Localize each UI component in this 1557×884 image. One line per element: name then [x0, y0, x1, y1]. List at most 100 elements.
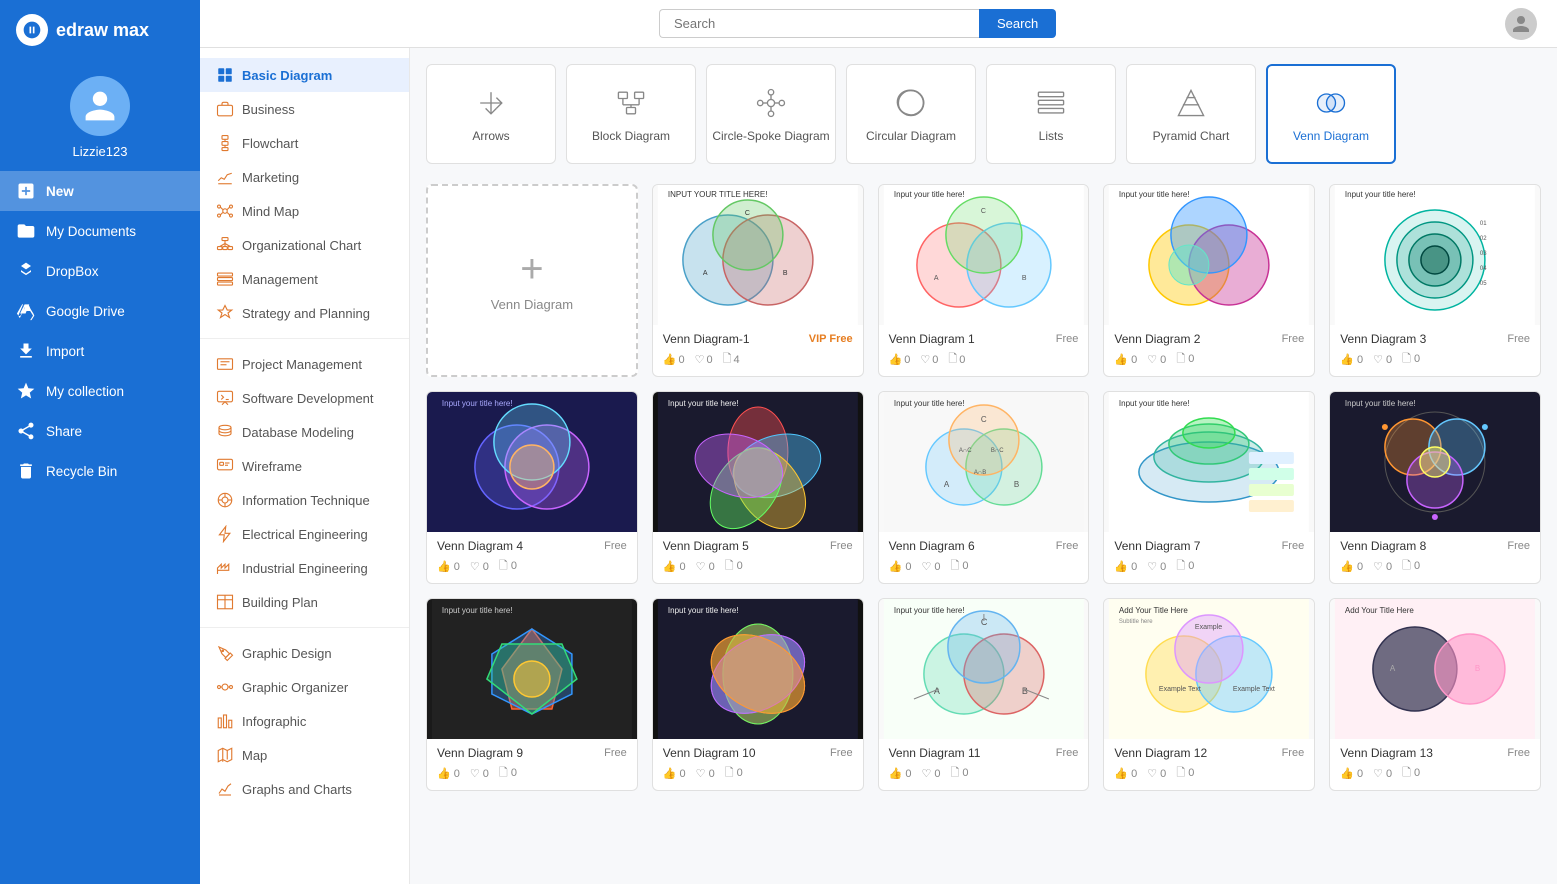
cat-arrows[interactable]: Arrows: [426, 64, 556, 164]
template-card-vd5[interactable]: Input your title here! Venn Diagram 5: [652, 391, 864, 584]
template-card-vd11[interactable]: Input your title here! A B C: [878, 598, 1090, 791]
sec-item-industrial[interactable]: Industrial Engineering: [200, 551, 409, 585]
logo-icon: [16, 14, 48, 46]
sec-item-marketing-label: Marketing: [242, 170, 299, 185]
thumb-vd12: Add Your Title Here Subtitle here Exampl…: [1104, 599, 1314, 739]
template-card-vd7[interactable]: Input your title here!: [1103, 391, 1315, 584]
card-badge-vd4: Free: [604, 540, 627, 552]
template-card-vd9[interactable]: Input your title here! Venn Diagram 9 Fr…: [426, 598, 638, 791]
user-icon-top[interactable]: [1505, 8, 1537, 40]
sec-item-graphic-design-label: Graphic Design: [242, 646, 332, 661]
svg-text:Subtitle here: Subtitle here: [1119, 619, 1153, 625]
template-card-vd1b[interactable]: Input your title here! A B C Venn Diagra…: [878, 184, 1090, 377]
template-card-vd2[interactable]: Input your title here! Venn Diagram 2 Fr…: [1103, 184, 1315, 377]
sec-item-marketing[interactable]: Marketing: [200, 160, 409, 194]
svg-text:B: B: [1013, 480, 1018, 489]
sec-item-wireframe[interactable]: Wireframe: [200, 449, 409, 483]
sec-item-software-dev[interactable]: Software Development: [200, 381, 409, 415]
sec-item-info-tech[interactable]: Information Technique: [200, 483, 409, 517]
sidebar-item-my-collection[interactable]: My collection: [0, 371, 200, 411]
card-title-vd6: Venn Diagram 6: [889, 539, 975, 553]
template-card-vd8[interactable]: Input your title here!: [1329, 391, 1541, 584]
svg-text:Input your title here!: Input your title here!: [1119, 190, 1190, 199]
sec-item-graphic-design[interactable]: Graphic Design: [200, 636, 409, 670]
sec-item-org-chart[interactable]: Organizational Chart: [200, 228, 409, 262]
sec-item-database[interactable]: Database Modeling: [200, 415, 409, 449]
sidebar-item-recycle-bin-label: Recycle Bin: [46, 464, 117, 479]
sec-item-business[interactable]: Business: [200, 92, 409, 126]
svg-text:C: C: [745, 210, 750, 217]
new-template-card[interactable]: + Venn Diagram: [426, 184, 638, 377]
sec-item-flowchart-label: Flowchart: [242, 136, 298, 151]
svg-text:B: B: [1475, 664, 1480, 673]
sidebar-item-share[interactable]: Share: [0, 411, 200, 451]
svg-text:03: 03: [1480, 251, 1487, 257]
svg-text:B: B: [1021, 686, 1027, 696]
svg-text:A: A: [703, 270, 708, 277]
card-badge-vd12: Free: [1282, 747, 1305, 759]
card-title-vd8: Venn Diagram 8: [1340, 539, 1426, 553]
card-stats-vd6: 👍 0 ♡ 0 🗋 0: [889, 557, 1079, 576]
card-footer-vd8: Venn Diagram 8 Free 👍 0 ♡ 0 🗋 0: [1330, 532, 1540, 583]
sec-item-electrical[interactable]: Electrical Engineering: [200, 517, 409, 551]
cat-block-diagram[interactable]: Block Diagram: [566, 64, 696, 164]
search-button[interactable]: Search: [979, 9, 1056, 38]
sidebar-item-recycle-bin[interactable]: Recycle Bin: [0, 451, 200, 491]
sidebar-item-dropbox[interactable]: DropBox: [0, 251, 200, 291]
card-footer-vd1: Venn Diagram-1 VIP Free 👍 0 ♡ 0 🗋 4: [653, 325, 863, 376]
template-card-vd10[interactable]: Input your title here! Venn Diagram 10: [652, 598, 864, 791]
card-title-vd2: Venn Diagram 2: [1114, 332, 1200, 346]
card-footer-vd7: Venn Diagram 7 Free 👍 0 ♡ 0 🗋 0: [1104, 532, 1314, 583]
search-input[interactable]: [659, 9, 979, 38]
card-stats-vd3: 👍 0 ♡ 0 🗋 0: [1340, 350, 1530, 369]
template-card-vd6[interactable]: Input your title here! A B C A∩C B∩C A∩B: [878, 391, 1090, 584]
thumb-vd8: Input your title here!: [1330, 392, 1540, 532]
sec-item-management[interactable]: Management: [200, 262, 409, 296]
sidebar-item-google-drive[interactable]: Google Drive: [0, 291, 200, 331]
cat-pyramid-chart[interactable]: Pyramid Chart: [1126, 64, 1256, 164]
template-card-vd13[interactable]: Add Your Title Here A B Venn Diagram 13 …: [1329, 598, 1541, 791]
cat-circle-spoke[interactable]: Circle-Spoke Diagram: [706, 64, 836, 164]
sidebar-item-new-label: New: [46, 184, 74, 199]
cat-circular-diagram[interactable]: Circular Diagram: [846, 64, 976, 164]
template-card-vd4[interactable]: Input your title here! Venn Diagram 4 Fr…: [426, 391, 638, 584]
cat-venn-diagram[interactable]: Venn Diagram: [1266, 64, 1396, 164]
card-title-vd3: Venn Diagram 3: [1340, 332, 1426, 346]
hearts-vd1: ♡ 0: [695, 350, 713, 369]
card-title-vd7: Venn Diagram 7: [1114, 539, 1200, 553]
template-card-vd3[interactable]: Input your title here! 01 02 03 04 05: [1329, 184, 1541, 377]
top-header: Search: [200, 0, 1557, 48]
user-area: Lizzie123: [0, 60, 200, 171]
sec-item-infographic-label: Infographic: [242, 714, 306, 729]
sec-item-business-label: Business: [242, 102, 295, 117]
sidebar-item-my-documents[interactable]: My Documents: [0, 211, 200, 251]
cat-lists[interactable]: Lists: [986, 64, 1116, 164]
card-footer-vd12: Venn Diagram 12 Free 👍 0 ♡ 0 🗋 0: [1104, 739, 1314, 790]
sec-item-building[interactable]: Building Plan: [200, 585, 409, 619]
card-badge-vd2: Free: [1282, 333, 1305, 345]
card-stats-vd11: 👍 0 ♡ 0 🗋 0: [889, 764, 1079, 783]
sec-item-graphs-charts[interactable]: Graphs and Charts: [200, 772, 409, 806]
svg-text:01: 01: [1480, 221, 1487, 227]
sec-item-strategy[interactable]: Strategy and Planning: [200, 296, 409, 330]
sec-item-basic-diagram[interactable]: Basic Diagram: [200, 58, 409, 92]
svg-text:C: C: [980, 208, 985, 215]
sec-item-flowchart[interactable]: Flowchart: [200, 126, 409, 160]
template-card-vd1[interactable]: INPUT YOUR TITLE HERE! A B C Venn Diagra…: [652, 184, 864, 377]
sec-item-map[interactable]: Map: [200, 738, 409, 772]
svg-text:Input your title here!: Input your title here!: [1345, 399, 1416, 408]
svg-text:04: 04: [1480, 266, 1487, 272]
sidebar-item-import[interactable]: Import: [0, 331, 200, 371]
divider-1: [200, 338, 409, 339]
svg-text:Input your title here!: Input your title here!: [442, 606, 513, 615]
sec-item-infographic[interactable]: Infographic: [200, 704, 409, 738]
sec-item-mind-map[interactable]: Mind Map: [200, 194, 409, 228]
cat-lists-label: Lists: [1039, 129, 1064, 143]
card-title-vd4: Venn Diagram 4: [437, 539, 523, 553]
template-card-vd12[interactable]: Add Your Title Here Subtitle here Exampl…: [1103, 598, 1315, 791]
sec-item-electrical-label: Electrical Engineering: [242, 527, 368, 542]
sec-item-graphic-organizer[interactable]: Graphic Organizer: [200, 670, 409, 704]
sec-item-project-mgmt[interactable]: Project Management: [200, 347, 409, 381]
category-row: Arrows Block Diagram: [426, 64, 1541, 164]
sidebar-item-new[interactable]: New: [0, 171, 200, 211]
